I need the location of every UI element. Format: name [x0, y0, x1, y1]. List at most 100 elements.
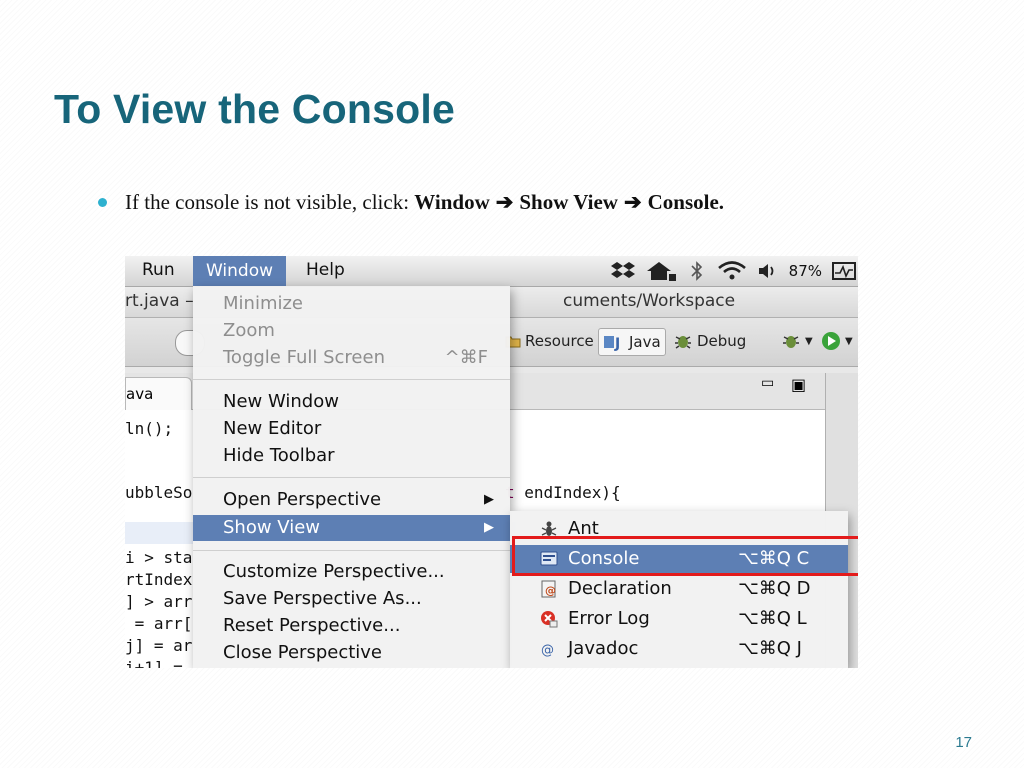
debug-run-dropdown-button[interactable]: ▼	[777, 328, 817, 354]
menu-item-new-window[interactable]: New Window	[193, 389, 510, 415]
menu-separator	[193, 550, 510, 551]
svg-text:@: @	[545, 584, 556, 597]
perspective-resource-label: Resource	[525, 332, 594, 350]
window-menu: Minimize Zoom Toggle Full Screen ^⌘F New …	[193, 286, 510, 668]
right-arrow-icon: ➔	[623, 190, 642, 214]
code-line: = arr[	[125, 614, 193, 633]
home-sync-icon[interactable]	[645, 260, 677, 282]
bullet-text: If the console is not visible, click:	[125, 190, 410, 214]
chevron-down-icon: ▼	[805, 335, 813, 347]
perspective-debug-button[interactable]: Debug	[669, 328, 750, 354]
menu-item-label: Toggle Full Screen	[223, 347, 385, 368]
titlebar-text-right: cuments/Workspace	[563, 291, 736, 311]
menu-item-open-perspective[interactable]: Open Perspective ▶	[193, 487, 510, 513]
perspective-resource-button[interactable]: Resource	[501, 328, 598, 354]
perspective-java-button[interactable]: J Java	[598, 328, 666, 356]
menu-item-new-editor[interactable]: New Editor	[193, 416, 510, 442]
view-item-label: Declaration	[568, 578, 672, 599]
mac-menubar: Run Window Help 87%	[125, 256, 858, 287]
view-item-shortcut: ⌥⌘Q D	[738, 578, 811, 599]
run-play-icon	[822, 332, 840, 350]
path-step-window: Window	[414, 190, 490, 214]
view-item-shortcut: ⌥⌘Q L	[738, 608, 807, 629]
code-line: i+1] =	[125, 658, 183, 668]
titlebar-text-left: rt.java –	[125, 291, 194, 311]
view-item-javadoc[interactable]: @ Javadoc ⌥⌘Q J	[510, 635, 848, 663]
eclipse-screenshot: Run Window Help 87% rt.java – cuments/Wo…	[125, 256, 858, 668]
menu-item-label: Open Perspective	[223, 489, 382, 510]
path-step-console: Console.	[647, 190, 725, 214]
menu-item-hide-toolbar[interactable]: Hide Toolbar	[193, 443, 510, 469]
code-text: endIndex){	[514, 483, 621, 502]
menu-item-label: New Editor	[223, 418, 322, 439]
code-fragment: t endIndex){	[505, 483, 621, 502]
error-log-icon	[541, 611, 558, 628]
perspective-debug-label: Debug	[697, 332, 747, 350]
menu-item-label: Reset Perspective...	[223, 615, 401, 636]
svg-text:@: @	[541, 643, 554, 658]
menu-separator	[193, 477, 510, 478]
minimize-view-icon[interactable]: ▭	[761, 375, 774, 391]
code-line: j] = ar	[125, 636, 193, 655]
menu-item-minimize[interactable]: Minimize	[193, 291, 510, 317]
java-perspective-icon: J	[604, 336, 620, 352]
view-item-label: Javadoc	[568, 638, 639, 659]
menu-help[interactable]: Help	[306, 260, 345, 280]
perspective-java-label: Java	[629, 333, 661, 351]
code-line: i > sta	[125, 548, 193, 567]
svg-text:J: J	[614, 336, 620, 352]
activity-monitor-icon[interactable]	[832, 261, 856, 281]
menu-item-close-perspective[interactable]: Close Perspective	[193, 640, 510, 666]
menu-item-label: Hide Toolbar	[223, 445, 335, 466]
dropbox-icon[interactable]	[610, 261, 635, 281]
right-arrow-icon: ➔	[495, 190, 514, 214]
instruction-bullet: If the console is not visible, click: Wi…	[98, 190, 724, 215]
code-line: ubbleSo	[125, 483, 193, 502]
debug-bug-icon	[783, 336, 799, 348]
menu-item-zoom[interactable]: Zoom	[193, 318, 510, 344]
menu-item-save-perspective-as[interactable]: Save Perspective As...	[193, 586, 510, 612]
view-item-shortcut: ⌥⌘Q J	[738, 638, 802, 659]
path-step-show-view: Show View	[519, 190, 618, 214]
slide-title: To View the Console	[54, 86, 455, 132]
menu-item-show-view[interactable]: Show View ▶	[193, 515, 510, 541]
editor-tab[interactable]: ava	[125, 377, 192, 410]
menu-window[interactable]: Window	[193, 256, 287, 286]
status-area: 87%	[610, 256, 858, 286]
code-line: ] > arr	[125, 592, 193, 611]
view-item-error-log[interactable]: Error Log ⌥⌘Q L	[510, 605, 848, 633]
menu-separator	[193, 379, 510, 380]
run-dropdown-button[interactable]: ▼	[817, 328, 857, 354]
editor-tab-label: ava	[126, 385, 154, 403]
menu-run[interactable]: Run	[142, 260, 175, 280]
menu-item-label: Customize Perspective...	[223, 561, 445, 582]
menu-item-toggle-full-screen[interactable]: Toggle Full Screen ^⌘F	[193, 345, 510, 371]
view-item-declaration[interactable]: @ Declaration ⌥⌘Q D	[510, 575, 848, 603]
maximize-view-icon[interactable]: ▣	[791, 375, 806, 394]
bullet-dot-icon	[98, 198, 107, 207]
menu-item-label: New Window	[223, 391, 339, 412]
declaration-icon: @	[541, 580, 556, 598]
menu-item-label: Zoom	[223, 320, 275, 341]
bluetooth-icon[interactable]	[687, 260, 707, 282]
volume-icon[interactable]	[757, 261, 779, 281]
console-highlight-box	[512, 536, 858, 576]
show-view-submenu: Ant Console ⌥⌘Q C @ Declaration ⌥⌘Q D Er…	[510, 511, 848, 668]
submenu-arrow-icon: ▶	[484, 520, 494, 535]
menu-item-label: Minimize	[223, 293, 303, 314]
code-line: rtIndex	[125, 570, 193, 589]
menu-item-label: Save Perspective As...	[223, 588, 422, 609]
menu-item-shortcut: ^⌘F	[444, 347, 488, 368]
page-number: 17	[955, 734, 972, 751]
menu-item-label: Close Perspective	[223, 642, 383, 663]
javadoc-icon: @	[541, 643, 554, 658]
wifi-icon[interactable]	[717, 260, 747, 282]
menu-item-customize-perspective[interactable]: Customize Perspective...	[193, 559, 510, 585]
battery-percentage: 87%	[788, 262, 822, 280]
menu-item-reset-perspective[interactable]: Reset Perspective...	[193, 613, 510, 639]
chevron-down-icon: ▼	[845, 335, 853, 347]
menu-item-label: Show View	[223, 517, 321, 538]
debug-bug-icon	[675, 336, 691, 349]
code-line: ln();	[125, 419, 174, 438]
view-item-label: Error Log	[568, 608, 650, 629]
